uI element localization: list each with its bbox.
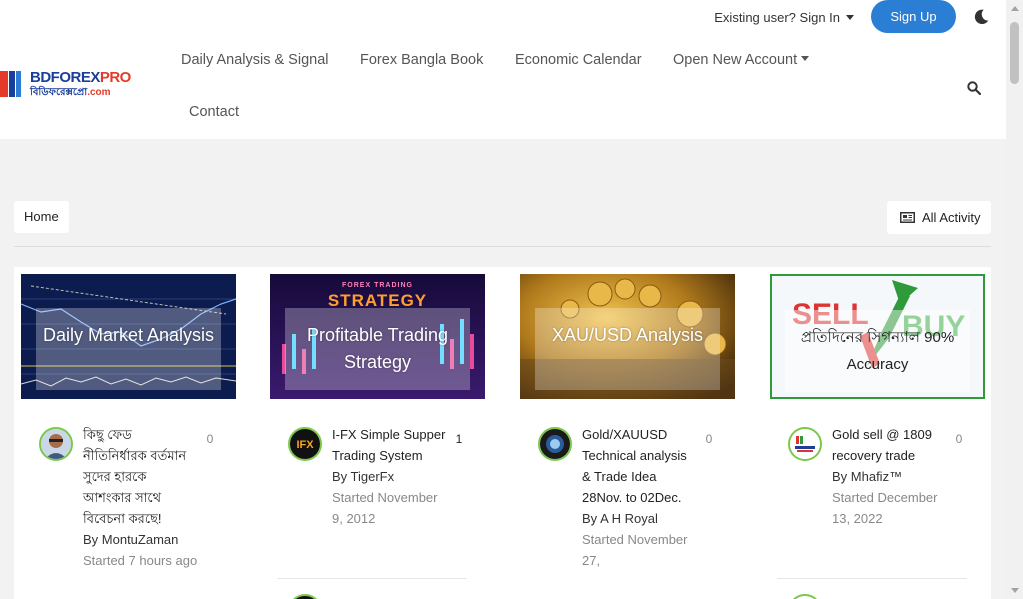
newspaper-icon — [900, 212, 915, 223]
reply-count: 0 — [955, 432, 963, 446]
reply-count: 1 — [455, 432, 463, 446]
topic-info: Gold sell @ 1809 recovery trade By Mhafi… — [832, 424, 947, 529]
topic-started: Started December 13, 2022 — [832, 490, 938, 526]
chevron-down-icon — [846, 15, 854, 20]
forum-card: FOREX TRADING STRATEGY Profitable Tradin… — [263, 267, 507, 599]
scroll-down-icon[interactable] — [1011, 588, 1019, 593]
topic-started: Started November 27, — [582, 532, 688, 568]
avatar[interactable] — [788, 427, 822, 461]
scroll-up-icon[interactable] — [1011, 6, 1019, 11]
topic-title[interactable]: Gold sell @ 1809 recovery trade — [832, 424, 947, 466]
thumbnail-label: প্রতিদিনের সিগন্যাল 90% Accuracy — [785, 310, 970, 392]
topic-info: কিছু ফেড নীতিনির্ধারক বর্তমান সুদের হারক… — [83, 424, 198, 571]
topic-started: Started November 9, 2012 — [332, 490, 438, 526]
forum-thumbnail[interactable]: XAU/USD Analysis — [520, 274, 735, 399]
forum-thumbnail[interactable]: Daily Market Analysis — [21, 274, 236, 399]
topic-author[interactable]: By Mhafiz™ — [832, 466, 947, 487]
thumbnail-label: Daily Market Analysis — [36, 308, 221, 390]
topic-info: I-FX Simple Supper Trading System By Tig… — [332, 424, 447, 529]
nav-economic-calendar[interactable]: Economic Calendar — [515, 52, 642, 68]
topic-started: Started 7 hours ago — [83, 553, 198, 568]
topic-title[interactable]: I-FX Simple Supper Trading System — [332, 424, 447, 466]
topic-title[interactable]: Gold/XAUUSD Technical analysis & Trade I… — [582, 424, 697, 508]
search-icon[interactable] — [967, 81, 981, 95]
logo-mark — [0, 71, 30, 97]
topic-author[interactable]: By TigerFx — [332, 466, 447, 487]
forum-card: XAU/USD Analysis Gold/XAUUSD Technical a… — [513, 267, 757, 599]
forum-card: SELL BUY প্রতিদিনের সিগন্যাল 90% Accurac… — [763, 267, 1007, 599]
row-divider — [777, 578, 967, 579]
topic-info: Gold/XAUUSD Technical analysis & Trade I… — [582, 424, 697, 571]
page-scrollbar[interactable] — [1006, 0, 1023, 599]
reply-count: 0 — [206, 432, 214, 446]
scroll-thumb[interactable] — [1010, 22, 1019, 84]
avatar[interactable] — [288, 594, 322, 599]
nav-contact[interactable]: Contact — [189, 104, 239, 120]
logo-text: BDFOREXPRO — [30, 69, 131, 86]
forum-thumbnail[interactable]: SELL BUY প্রতিদিনের সিগন্যাল 90% Accurac… — [770, 274, 985, 399]
sign-in-label: Existing user? Sign In — [714, 10, 840, 25]
avatar[interactable]: IFX — [288, 427, 322, 461]
forum-card: Daily Market Analysis কিছু ফেড নীতিনির্ধ… — [14, 267, 258, 599]
row-divider — [277, 578, 467, 579]
topic-author[interactable]: By A H Royal — [582, 508, 697, 529]
logo-subtext: বিডিফরেক্সপ্রো.com — [30, 87, 111, 98]
thumbnail-banner-top: FOREX TRADING — [342, 282, 413, 289]
avatar[interactable] — [538, 427, 572, 461]
svg-text:IFX: IFX — [296, 439, 314, 451]
avatar[interactable] — [39, 427, 73, 461]
reply-count: 0 — [705, 432, 713, 446]
sign-in-link[interactable]: Existing user? Sign In — [714, 10, 854, 25]
site-header: BDFOREXPRO বিডিফরেক্সপ্রো.com Daily Anal… — [0, 35, 1006, 139]
topic-author[interactable]: By MontuZaman — [83, 529, 198, 550]
moon-icon[interactable] — [972, 8, 990, 26]
chevron-down-icon — [801, 56, 810, 61]
nav-open-new-account[interactable]: Open New Account — [673, 52, 810, 68]
nav-forex-bangla-book[interactable]: Forex Bangla Book — [360, 52, 483, 68]
forum-grid: Daily Market Analysis কিছু ফেড নীতিনির্ধ… — [14, 267, 991, 599]
all-activity-label: All Activity — [922, 210, 981, 225]
avatar[interactable] — [788, 594, 822, 599]
thumbnail-label: XAU/USD Analysis — [535, 308, 720, 390]
all-activity-button[interactable]: All Activity — [887, 201, 991, 234]
nav-daily-analysis[interactable]: Daily Analysis & Signal — [181, 52, 329, 68]
breadcrumb-home[interactable]: Home — [14, 201, 69, 233]
site-logo[interactable]: BDFOREXPRO বিডিফরেক্সপ্রো.com — [0, 68, 150, 100]
sign-up-button[interactable]: Sign Up — [871, 0, 956, 33]
forum-thumbnail[interactable]: FOREX TRADING STRATEGY Profitable Tradin… — [270, 274, 485, 399]
thumbnail-label: Profitable Trading Strategy — [285, 308, 470, 390]
topic-title[interactable]: কিছু ফেড নীতিনির্ধারক বর্তমান সুদের হারক… — [83, 424, 198, 529]
nav-open-new-account-label: Open New Account — [673, 52, 798, 68]
top-bar: Existing user? Sign In Sign Up — [0, 0, 1006, 35]
divider — [14, 246, 991, 247]
